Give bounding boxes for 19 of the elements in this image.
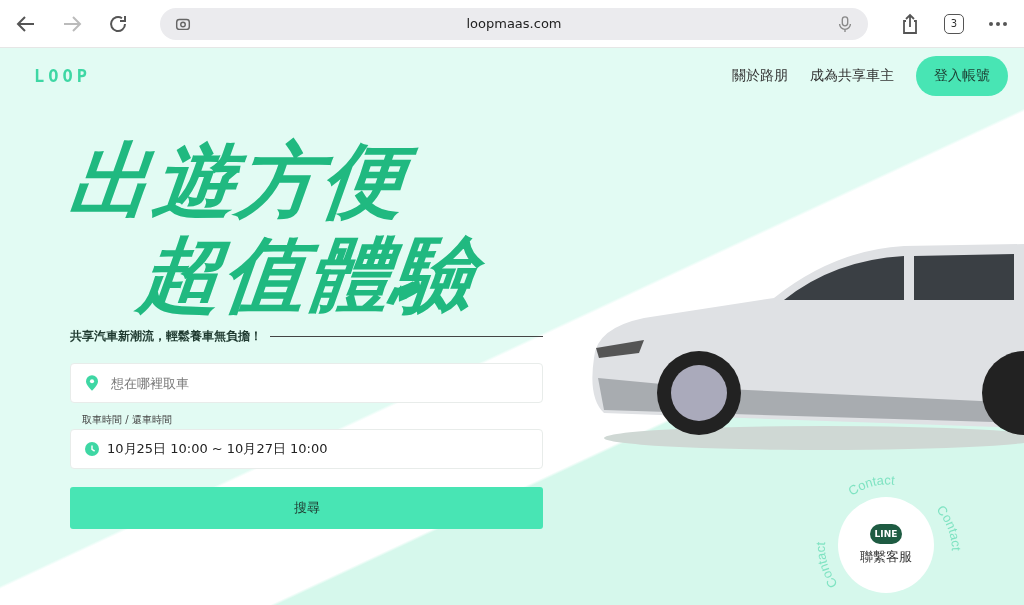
- headline: 出遊方便: [65, 134, 548, 228]
- clock-icon: [85, 442, 99, 456]
- field-label: 取車時間 / 還車時間: [82, 413, 172, 427]
- contact-ring-text: Contact: [845, 472, 896, 499]
- url-text: loopmaas.com: [465, 16, 563, 31]
- line-badge-icon: LINE: [869, 524, 903, 544]
- tagline: 共享汽車新潮流，輕鬆養車無負擔！: [70, 328, 262, 345]
- location-field[interactable]: 想在哪裡取車: [70, 363, 543, 403]
- headline: 超值體驗: [65, 228, 548, 322]
- search-button[interactable]: 搜尋: [70, 487, 543, 529]
- nav-link[interactable]: 成為共享車主: [810, 67, 894, 85]
- login-button[interactable]: 登入帳號: [916, 56, 1008, 96]
- contact-button[interactable]: LINE 聯繫客服: [838, 497, 934, 593]
- address-bar[interactable]: loopmaas.com: [160, 7, 868, 40]
- nav-link[interactable]: 關於路朋: [732, 67, 788, 85]
- date-time-field[interactable]: 10月25日 10:00 ~ 10月27日 10:00: [70, 429, 543, 469]
- location-pin-icon: [86, 375, 98, 391]
- tab-count-button[interactable]: 3: [944, 13, 964, 34]
- microphone-icon[interactable]: [836, 14, 854, 33]
